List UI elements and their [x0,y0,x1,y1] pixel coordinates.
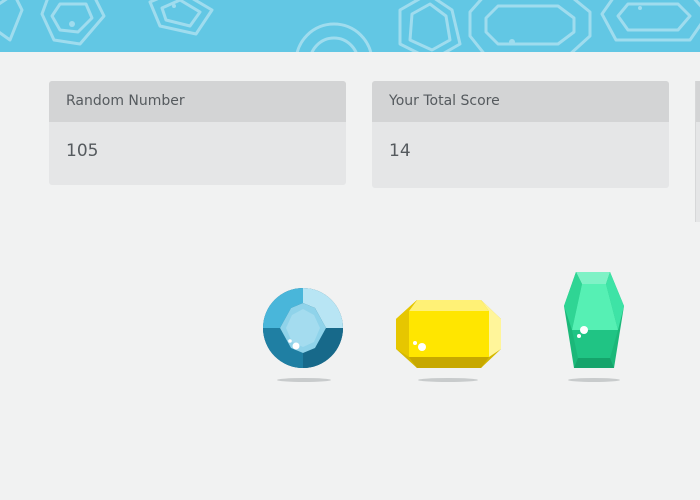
random-number-value: 105 [66,141,99,161]
total-score-card: Your Total Score 14 [372,81,669,188]
total-score-value: 14 [389,141,411,161]
header-banner [0,0,700,52]
yellow-gem-shadow [418,378,478,382]
green-gem-shadow [568,378,620,382]
gem-pattern-icon [0,0,700,52]
random-number-card: Random Number 105 [49,81,346,185]
total-score-label: Your Total Score [372,81,669,122]
blue-round-gem-icon[interactable] [262,287,344,369]
blue-gem-shadow [277,378,331,382]
random-number-label: Random Number [49,81,346,122]
partial-card [695,81,700,222]
green-crystal-gem-icon[interactable] [562,270,626,370]
yellow-octagon-gem-icon[interactable] [395,299,503,369]
partial-card-header [696,81,700,122]
